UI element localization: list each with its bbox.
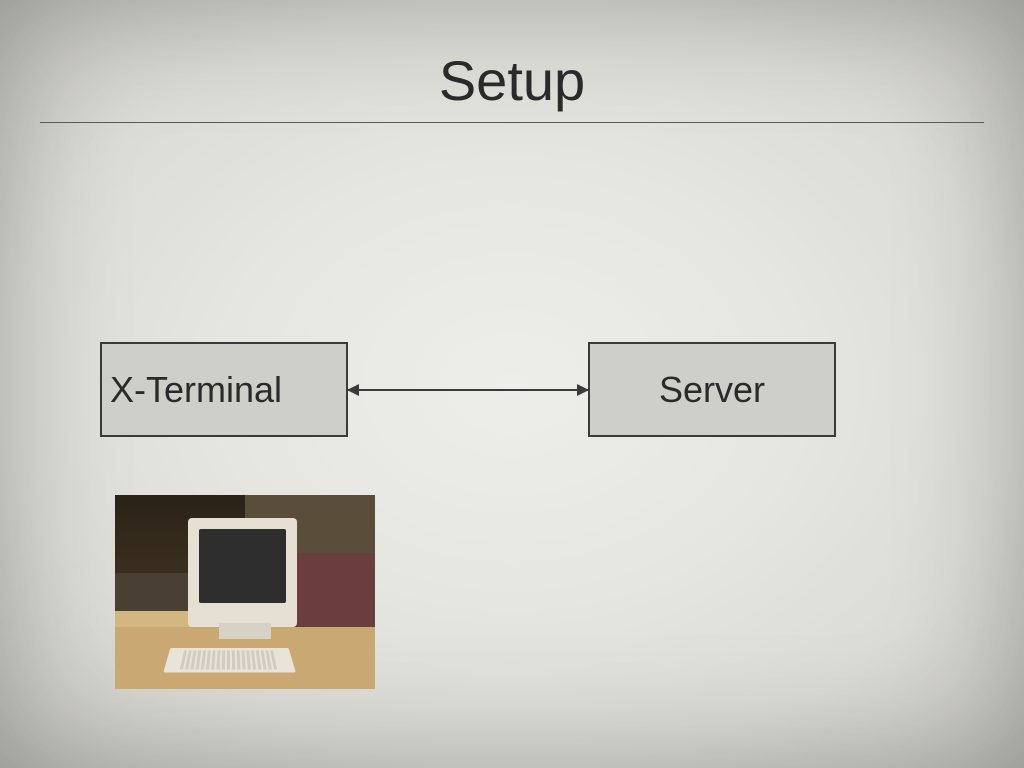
xterminal-box: X-Terminal: [100, 342, 348, 437]
monitor-screen: [199, 529, 286, 603]
terminal-photo: [115, 495, 375, 689]
keyboard-keys: [180, 651, 279, 670]
monitor-stand: [219, 623, 271, 639]
connection-arrow: [348, 389, 588, 391]
server-box: Server: [588, 342, 836, 437]
crt-monitor-icon: [188, 518, 297, 627]
keyboard-icon: [163, 648, 295, 673]
xterminal-label: X-Terminal: [110, 369, 282, 411]
title-divider: [40, 122, 984, 123]
slide-title: Setup: [0, 48, 1024, 113]
server-label: Server: [659, 369, 765, 411]
